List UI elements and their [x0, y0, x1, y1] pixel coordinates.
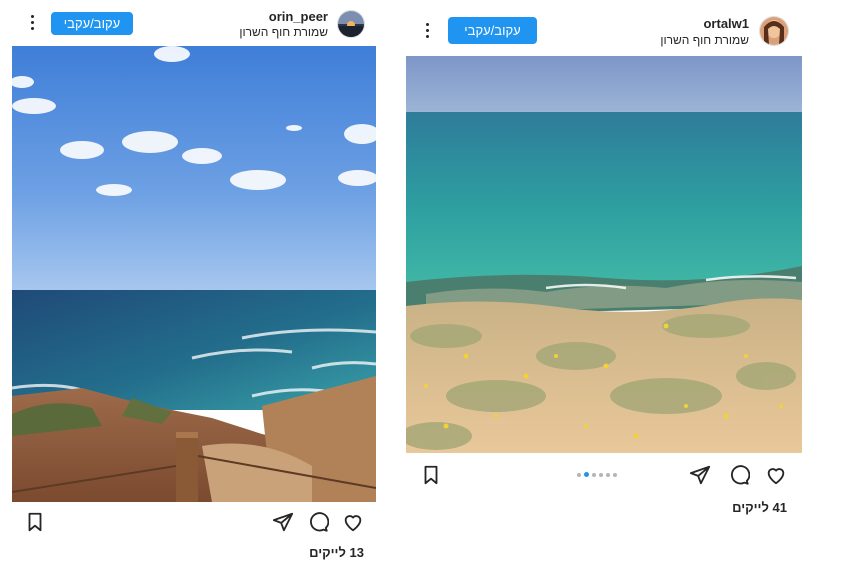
post-location[interactable]: שמורת חוף השרון	[239, 25, 328, 39]
likes-count[interactable]: 13 לייקים	[309, 545, 364, 560]
share-icon[interactable]	[272, 511, 294, 533]
carousel-dot	[592, 472, 596, 477]
avatar[interactable]	[759, 16, 789, 46]
carousel-dot	[606, 472, 610, 477]
carousel-dot	[599, 472, 603, 477]
carousel-dot-active	[584, 472, 589, 477]
post-photo[interactable]	[406, 56, 802, 453]
comment-icon[interactable]	[307, 511, 329, 533]
comment-icon[interactable]	[728, 464, 750, 486]
bookmark-icon[interactable]	[24, 511, 46, 533]
bookmark-icon[interactable]	[420, 464, 442, 486]
follow-button[interactable]: עקוב/עקבי	[448, 17, 537, 44]
post-username[interactable]: ortalw1	[703, 16, 749, 31]
more-options-icon[interactable]	[424, 23, 430, 38]
more-options-icon[interactable]	[29, 15, 35, 30]
heart-icon[interactable]	[765, 464, 787, 486]
follow-button[interactable]: עקוב/עקבי	[51, 12, 133, 35]
carousel-dot	[613, 472, 617, 477]
post-photo[interactable]	[12, 46, 376, 502]
likes-count[interactable]: 41 לייקים	[732, 500, 787, 515]
post-card-ortalw1: עקוב/עקבי ortalw1 שמורת חוף השרון 41 ליי…	[405, 0, 805, 570]
share-icon[interactable]	[689, 464, 711, 486]
post-card-orin-peer: עקוב/עקבי orin_peer שמורת חוף השרון 13 ל…	[10, 0, 378, 570]
heart-icon[interactable]	[342, 511, 364, 533]
carousel-dot	[577, 472, 581, 477]
post-location[interactable]: שמורת חוף השרון	[660, 33, 749, 47]
post-header: עקוב/עקבי orin_peer שמורת חוף השרון	[10, 0, 378, 40]
post-header: עקוב/עקבי ortalw1 שמורת חוף השרון	[405, 0, 805, 47]
post-username[interactable]: orin_peer	[269, 9, 328, 24]
avatar[interactable]	[337, 10, 365, 38]
carousel-indicator	[577, 472, 617, 477]
